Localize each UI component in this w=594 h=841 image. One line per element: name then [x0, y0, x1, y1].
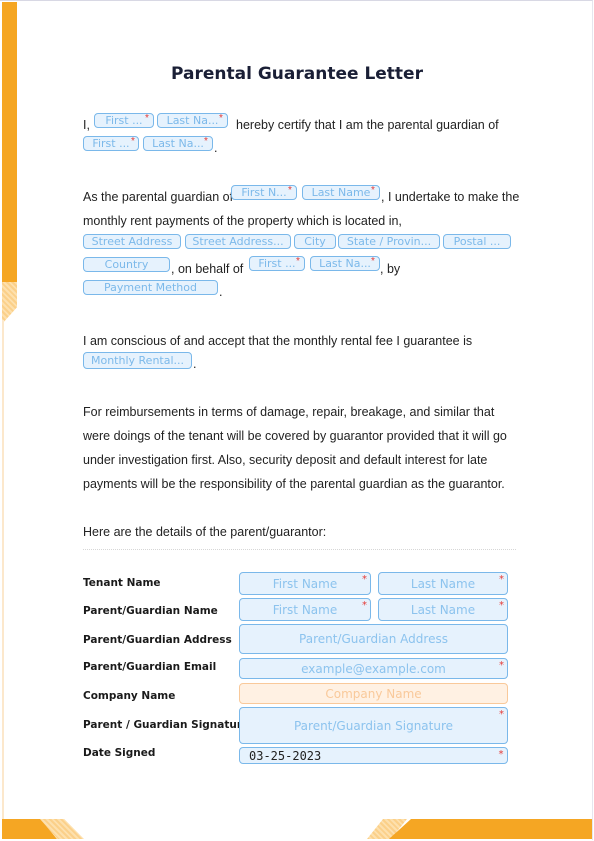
payment-method-field[interactable]: Payment Method [83, 280, 218, 295]
guardian-name-label: Parent/Guardian Name [83, 605, 218, 617]
guardian-first-name-detail-field[interactable]: First Name * [239, 598, 371, 621]
required-marker: * [362, 600, 367, 611]
required-marker: * [288, 185, 292, 196]
company-name-label: Company Name [83, 690, 176, 702]
para2-text3: monthly rent payments of the property wh… [83, 214, 402, 228]
company-name-field[interactable]: Company Name [239, 683, 508, 704]
signature-label: Parent / Guardian Signature [83, 719, 250, 731]
street-address-field[interactable]: Street Address [83, 234, 181, 249]
postal-code-field[interactable]: Postal ... [443, 234, 511, 249]
required-marker: * [219, 113, 223, 124]
left-accent-bar [2, 2, 17, 284]
required-marker: * [371, 256, 375, 267]
para2-text6: . [219, 285, 223, 299]
para1-prefix: I, [83, 118, 90, 132]
state-province-field[interactable]: State / Provin... [338, 234, 440, 249]
required-marker: * [296, 256, 300, 267]
tenant-name-label: Tenant Name [83, 577, 161, 589]
para1-suffix: . [214, 141, 218, 155]
para1-last-name-field[interactable]: Last Na... [157, 113, 228, 128]
guardian-last-name-detail-field[interactable]: Last Name * [378, 598, 508, 621]
guardian-address-field[interactable]: Parent/Guardian Address [239, 624, 508, 654]
required-marker: * [204, 136, 208, 147]
para2-text4: , on behalf of [171, 262, 244, 276]
required-marker: * [497, 749, 504, 760]
signature-field[interactable]: Parent/Guardian Signature * [239, 707, 508, 744]
required-marker: * [145, 113, 149, 124]
para3-text: I am conscious of and accept that the mo… [83, 334, 473, 348]
guardian-last-name-field[interactable]: Last Name [302, 185, 380, 200]
left-accent-line [2, 320, 4, 820]
bottom-right-accent [367, 819, 592, 839]
street-address-line2-field[interactable]: Street Address... [185, 234, 291, 249]
country-field[interactable]: Country [83, 257, 170, 272]
guardian-address-label: Parent/Guardian Address [83, 634, 232, 646]
bottom-left-accent [2, 819, 84, 839]
required-marker: * [371, 185, 375, 196]
details-intro: Here are the details of the parent/guara… [83, 525, 327, 539]
reimbursement-paragraph: For reimbursements in terms of damage, r… [83, 405, 507, 491]
guardian-email-label: Parent/Guardian Email [83, 661, 217, 673]
required-marker: * [499, 600, 504, 611]
required-marker: * [131, 136, 135, 147]
behalf-last-name-field[interactable]: Last Na... [310, 256, 380, 271]
required-marker: * [362, 574, 367, 585]
para1-ward-last-name-field[interactable]: Last Na... [143, 136, 213, 151]
tenant-last-name-field[interactable]: Last Name * [378, 572, 508, 595]
para2-text2: , I undertake to make the [381, 190, 520, 204]
para1-text: hereby certify that I am the parental gu… [236, 118, 499, 132]
city-field[interactable]: City [294, 234, 336, 249]
para2-text1: As the parental guardian of [83, 190, 234, 204]
document-title: Parental Guarantee Letter [171, 64, 423, 84]
required-marker: * [499, 660, 504, 671]
monthly-rental-field[interactable]: Monthly Rental... [83, 352, 192, 369]
guardian-email-field[interactable]: example@example.com * [239, 658, 508, 679]
required-marker: * [499, 574, 504, 585]
divider [83, 549, 516, 550]
required-marker: * [499, 709, 504, 720]
date-signed-label: Date Signed [83, 747, 156, 759]
para3-suffix: . [193, 357, 197, 371]
tenant-first-name-field[interactable]: First Name * [239, 572, 371, 595]
date-signed-field[interactable]: 03-25-2023 * [239, 747, 508, 764]
para2-text5: , by [380, 262, 401, 276]
